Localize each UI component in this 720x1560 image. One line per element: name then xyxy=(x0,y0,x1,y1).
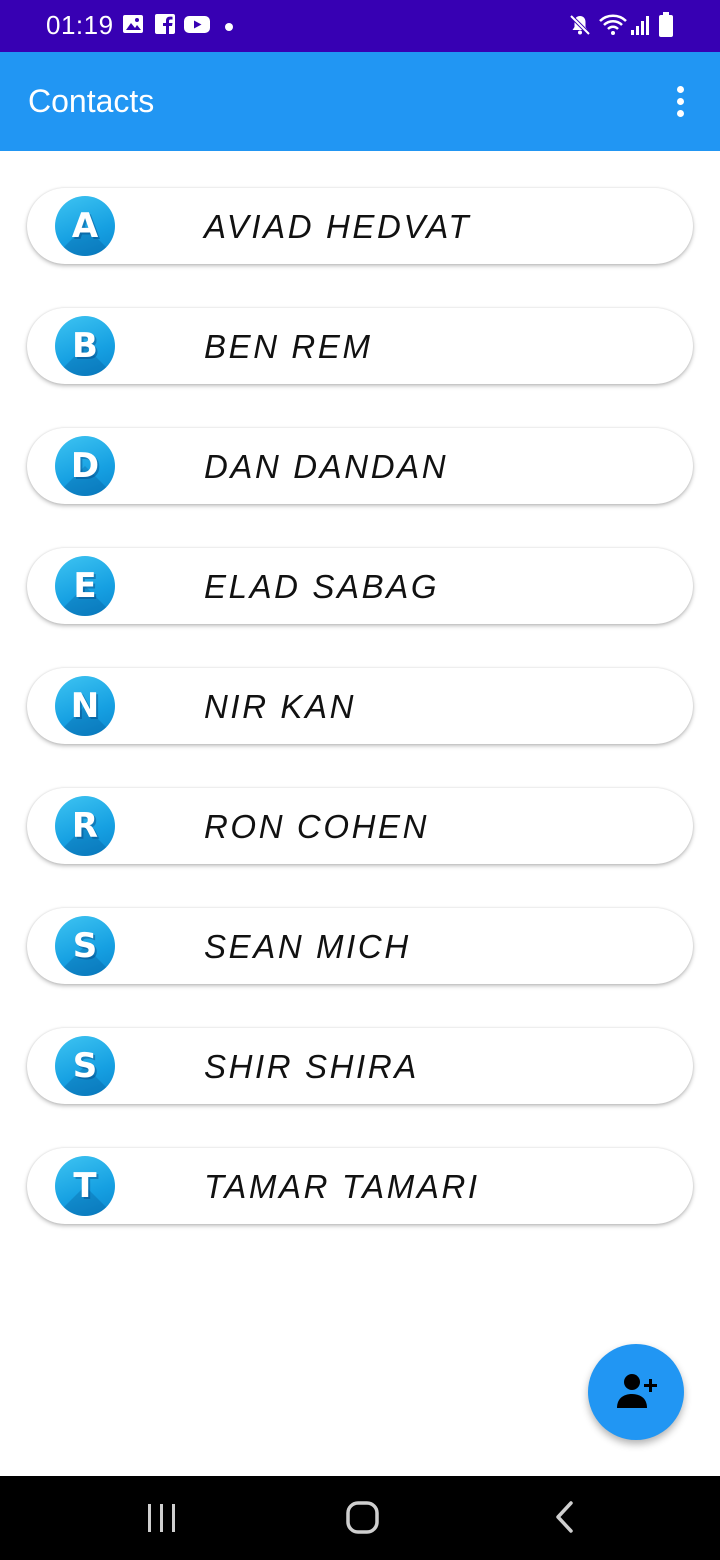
contact-name: DAN DANDAN xyxy=(204,448,449,485)
back-icon[interactable] xyxy=(548,1476,582,1560)
contact-name: SHIR SHIRA xyxy=(204,1048,419,1085)
mute-icon xyxy=(568,13,592,42)
home-icon[interactable] xyxy=(342,1476,382,1560)
status-bar: 01:19 xyxy=(0,0,720,52)
status-time: 01:19 xyxy=(46,10,114,40)
navigation-bar xyxy=(0,1476,720,1560)
avatar-initial: S xyxy=(72,1046,98,1086)
contact-name: BEN REM xyxy=(204,328,373,365)
contact-name: RON COHEN xyxy=(204,808,430,845)
contact-name: NIR KAN xyxy=(204,688,357,725)
avatar: B xyxy=(55,316,115,376)
contact-item[interactable]: T TAMAR TAMARI xyxy=(27,1148,693,1224)
contact-item[interactable]: S SEAN MICH xyxy=(27,908,693,984)
avatar: D xyxy=(55,436,115,496)
contact-name: TAMAR TAMARI xyxy=(204,1168,480,1205)
more-vert-icon[interactable] xyxy=(664,84,698,120)
signal-icon xyxy=(630,13,652,42)
gallery-icon xyxy=(122,13,144,40)
avatar: S xyxy=(55,1036,115,1096)
contact-name: SEAN MICH xyxy=(204,928,411,965)
avatar-initial: A xyxy=(71,206,99,246)
avatar-initial: D xyxy=(70,446,100,486)
recents-icon[interactable] xyxy=(140,1476,184,1560)
dot-icon xyxy=(224,19,234,37)
avatar: A xyxy=(55,196,115,256)
avatar: R xyxy=(55,796,115,856)
contact-item[interactable]: A AVIAD HEDVAT xyxy=(27,188,693,264)
contact-item[interactable]: D DAN DANDAN xyxy=(27,428,693,504)
avatar-initial: T xyxy=(73,1166,97,1206)
contact-name: ELAD SABAG xyxy=(204,568,440,605)
wifi-icon xyxy=(598,13,628,42)
contact-item[interactable]: N NIR KAN xyxy=(27,668,693,744)
avatar-initial: R xyxy=(71,806,99,846)
facebook-icon xyxy=(154,13,176,40)
add-contact-button[interactable] xyxy=(588,1344,684,1440)
avatar: E xyxy=(55,556,115,616)
avatar: N xyxy=(55,676,115,736)
avatar: T xyxy=(55,1156,115,1216)
battery-icon xyxy=(658,12,674,43)
avatar: S xyxy=(55,916,115,976)
contact-item[interactable]: E ELAD SABAG xyxy=(27,548,693,624)
contact-name: AVIAD HEDVAT xyxy=(204,208,472,245)
avatar-initial: S xyxy=(72,926,98,966)
contact-item[interactable]: S SHIR SHIRA xyxy=(27,1028,693,1104)
youtube-icon xyxy=(183,13,211,40)
add-person-icon xyxy=(616,1370,660,1419)
contact-item[interactable]: B BEN REM xyxy=(27,308,693,384)
contact-item[interactable]: R RON COHEN xyxy=(27,788,693,864)
avatar-initial: N xyxy=(70,686,100,726)
app-bar: Contacts xyxy=(0,52,720,151)
avatar-initial: B xyxy=(72,326,98,366)
page-title: Contacts xyxy=(28,83,155,119)
avatar-initial: E xyxy=(73,566,97,606)
